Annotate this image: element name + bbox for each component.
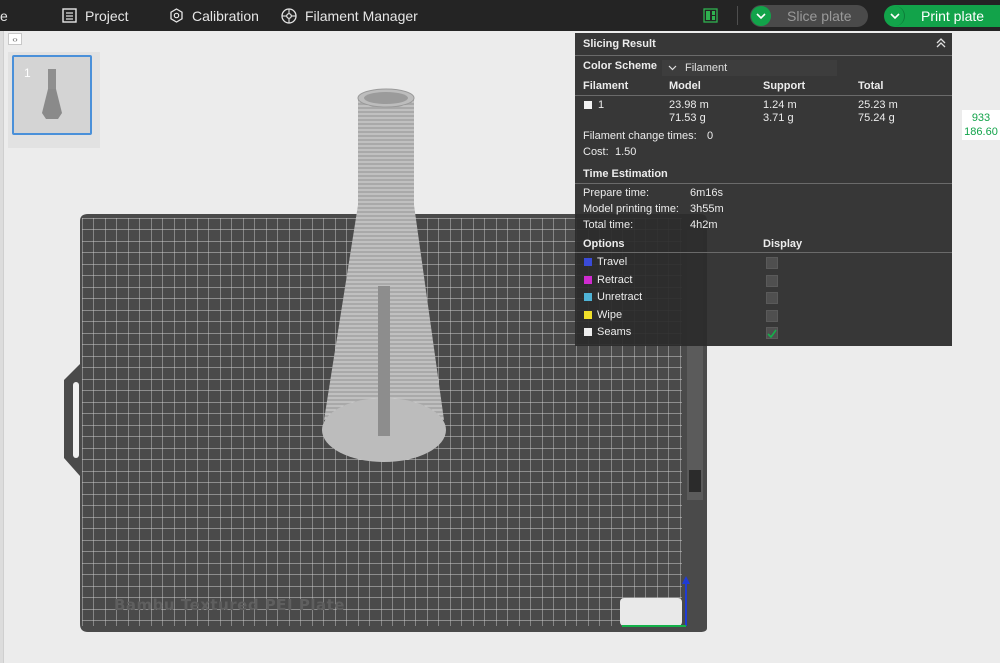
- model-length: 23.98 m: [669, 99, 709, 111]
- option-seams-label: Seams: [597, 326, 632, 338]
- slicing-result-title: Slicing Result: [583, 38, 656, 50]
- filament-manager-label: Filament Manager: [305, 7, 418, 24]
- project-tab[interactable]: Project: [62, 0, 129, 31]
- chevron-down-icon: [668, 62, 677, 74]
- support-weight: 3.71 g: [763, 112, 794, 124]
- collapse-panel-chevron-icon[interactable]: [935, 37, 947, 52]
- readout-line-1: 933: [971, 112, 991, 124]
- panel-divider: [575, 252, 952, 253]
- color-scheme-select[interactable]: Filament: [662, 60, 837, 76]
- travel-color-swatch: [584, 258, 592, 266]
- col-header-total: Total: [858, 80, 884, 92]
- coordinate-readout: 933 186.60: [962, 110, 1000, 140]
- filament-change-value: 0: [707, 130, 714, 142]
- panel-divider: [575, 183, 952, 184]
- project-label: Project: [85, 7, 129, 24]
- unretract-color-swatch: [584, 293, 592, 301]
- col-header-support: Support: [763, 80, 806, 92]
- col-header-filament: Filament: [583, 80, 629, 92]
- slice-plate-button[interactable]: Slice plate: [750, 5, 868, 27]
- seams-color-swatch: [584, 328, 592, 336]
- calibration-tab[interactable]: Calibration: [169, 0, 259, 31]
- cost-value: 1.50: [615, 146, 637, 158]
- unretract-display-checkbox[interactable]: [766, 292, 778, 304]
- total-time-label: Total time:: [583, 219, 634, 231]
- color-scheme-value: Filament: [685, 62, 728, 74]
- total-weight: 75.24 g: [858, 112, 895, 124]
- retract-color-swatch: [584, 276, 592, 284]
- truncated-menu-label[interactable]: e: [0, 0, 8, 31]
- bed-plate-label: Bambu Textured PEI Plate: [114, 596, 345, 614]
- filament-id: 1: [598, 99, 605, 111]
- layout-toggle-button[interactable]: [703, 0, 718, 31]
- prepare-time-value: 6m16s: [690, 187, 724, 199]
- print-dropdown-chevron-icon[interactable]: [885, 6, 905, 26]
- calibration-icon: [169, 8, 184, 23]
- wipe-color-swatch: [584, 311, 592, 319]
- col-header-model: Model: [669, 80, 701, 92]
- panel-divider: [575, 95, 952, 96]
- seams-display-checkbox[interactable]: [766, 327, 778, 339]
- model-weight: 71.53 g: [669, 112, 706, 124]
- filament-spool-icon: [281, 7, 297, 24]
- checkmark-icon: [767, 329, 777, 338]
- top-toolbar: e Project Calibration Filament Manager S…: [0, 0, 1000, 31]
- option-unretract-label: Unretract: [597, 291, 643, 303]
- retract-display-checkbox[interactable]: [766, 275, 778, 287]
- model-printing-time-label: Model printing time:: [583, 203, 679, 215]
- total-time-value: 4h2m: [690, 219, 718, 231]
- total-length: 25.23 m: [858, 99, 898, 111]
- toolbar-divider: [737, 6, 738, 25]
- wipe-display-checkbox[interactable]: [766, 310, 778, 322]
- filament-change-label: Filament change times:: [583, 130, 697, 142]
- color-scheme-label: Color Scheme: [583, 60, 657, 72]
- option-wipe-label: Wipe: [597, 309, 623, 321]
- panel-divider: [575, 55, 952, 56]
- project-icon: [62, 8, 77, 23]
- option-travel-label: Travel: [597, 256, 628, 268]
- option-retract-label: Retract: [597, 274, 633, 286]
- travel-display-checkbox[interactable]: [766, 257, 778, 269]
- prepare-time-label: Prepare time:: [583, 187, 650, 199]
- support-length: 1.24 m: [763, 99, 797, 111]
- slice-dropdown-chevron-icon[interactable]: [751, 6, 771, 26]
- print-plate-button[interactable]: Print plate: [884, 5, 1000, 27]
- slice-plate-label: Slice plate: [787, 8, 852, 24]
- filament-color-swatch: [584, 101, 592, 109]
- time-estimation-title: Time Estimation: [583, 168, 668, 180]
- filament-manager-tab[interactable]: Filament Manager: [281, 0, 418, 31]
- layout-icon: [703, 8, 718, 23]
- options-title: Options: [583, 238, 625, 250]
- display-title: Display: [763, 238, 803, 250]
- readout-line-2: 186.60: [964, 126, 998, 138]
- print-plate-label: Print plate: [921, 8, 985, 24]
- cost-label: Cost:: [583, 146, 609, 158]
- slicing-result-panel: Slicing Result Color Scheme Filament Fil…: [575, 33, 952, 346]
- calibration-label: Calibration: [192, 7, 259, 24]
- model-printing-time-value: 3h55m: [690, 203, 724, 215]
